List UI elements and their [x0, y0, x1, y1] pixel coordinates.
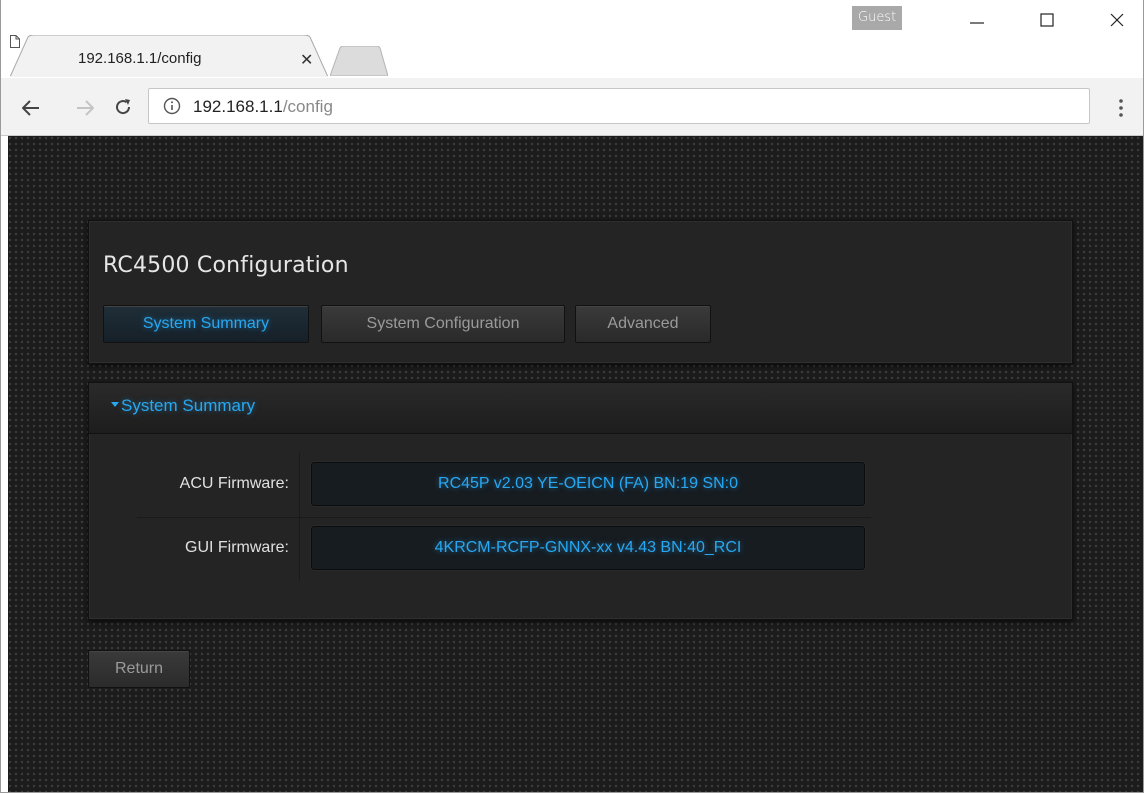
return-button[interactable]: Return [88, 650, 190, 688]
url-host: 192.168.1.1 [193, 97, 283, 116]
summary-section-header[interactable]: System Summary [89, 383, 1072, 434]
acu-firmware-label: ACU Firmware: [179, 475, 289, 492]
acu-firmware-value: RC45P v2.03 YE-OEICN (FA) BN:19 SN:0 [311, 462, 865, 506]
minimize-button[interactable] [954, 0, 1000, 40]
caret-down-icon[interactable] [111, 402, 119, 407]
address-bar[interactable]: 192.168.1.1/config [148, 88, 1090, 124]
back-arrow-icon[interactable] [22, 100, 40, 116]
new-tab-button[interactable] [330, 46, 388, 76]
info-icon[interactable] [163, 97, 181, 115]
tab-title: 192.168.1.1/config [78, 50, 202, 67]
tab-close-icon[interactable]: ✕ [300, 50, 313, 70]
browser-tab[interactable]: 192.168.1.1/config ✕ [10, 35, 328, 77]
maximize-icon [1040, 13, 1054, 27]
close-window-button[interactable] [1094, 0, 1140, 40]
row-label-cell: GUI Firmware: [137, 517, 300, 581]
menu-dots-icon[interactable] [1118, 98, 1124, 118]
close-icon [1110, 13, 1124, 27]
guest-profile-badge[interactable]: Guest [852, 6, 903, 30]
gui-firmware-label: GUI Firmware: [185, 539, 289, 556]
firmware-table: ACU Firmware: RC45P v2.03 YE-OEICN (FA) … [137, 453, 871, 585]
table-row: ACU Firmware: RC45P v2.03 YE-OEICN (FA) … [137, 453, 871, 518]
url-text: 192.168.1.1/config [193, 97, 333, 117]
tab-system-summary[interactable]: System Summary [103, 305, 309, 343]
page-content: RC4500 Configuration System Summary Syst… [8, 136, 1144, 793]
config-header-panel: RC4500 Configuration System Summary Syst… [88, 220, 1073, 364]
reload-icon[interactable] [114, 98, 132, 116]
page-title: RC4500 Configuration [103, 253, 349, 278]
browser-toolbar: 192.168.1.1/config [0, 78, 1144, 136]
row-label-cell: ACU Firmware: [137, 453, 300, 517]
maximize-button[interactable] [1024, 0, 1070, 40]
forward-arrow-icon[interactable] [76, 100, 94, 116]
tab-advanced[interactable]: Advanced [575, 305, 711, 343]
gui-firmware-value: 4KRCM-RCFP-GNNX-xx v4.43 BN:40_RCI [311, 526, 865, 570]
minimize-icon [970, 22, 984, 24]
browser-titlebar: Guest 192.168.1.1/config ✕ [0, 0, 1144, 80]
document-icon [10, 35, 20, 48]
summary-section-title[interactable]: System Summary [121, 396, 255, 416]
table-row: GUI Firmware: 4KRCM-RCFP-GNNX-xx v4.43 B… [137, 517, 871, 581]
url-path: /config [282, 97, 333, 116]
tab-system-configuration[interactable]: System Configuration [321, 305, 565, 343]
system-summary-panel: System Summary ACU Firmware: RC45P v2.03… [88, 382, 1073, 620]
